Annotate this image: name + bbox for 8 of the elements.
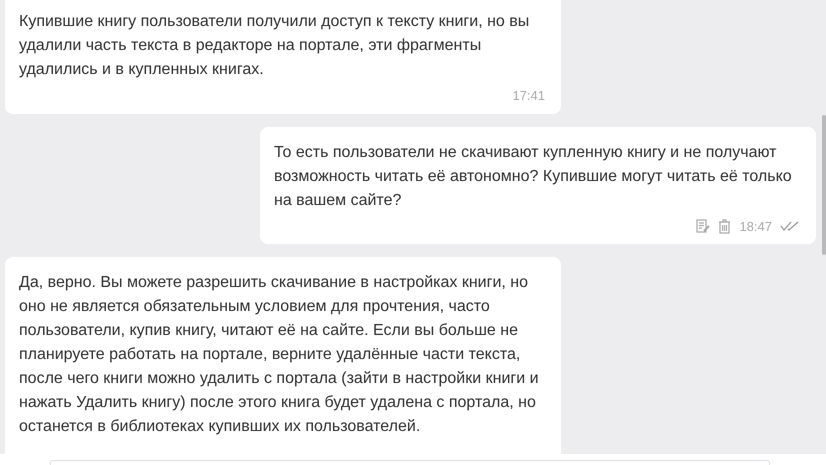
message-text: Да, верно. Вы можете разрешить скачивание в настройках книги, но оно не является обязательным условием для прочтения, часто пользователи, купив книгу, читают её на сайте. Если вы больше не планируете работать на портале, верните удалённые части текста, после чего книги можно удалить с портала (зайти в настройки книги и нажать Удалить книгу) после этого книга будет удалена с портала, но останется в библиотеках купивших их пользователей. <box>19 273 540 437</box>
edit-icon[interactable] <box>696 218 710 234</box>
message-text: Купившие книгу пользователи получили доступ к тексту книги, но вы удалили часть текста в редакторе на портале, эти фрагменты удалились и в купленных книгах. <box>19 12 530 80</box>
trash-icon[interactable] <box>718 218 732 234</box>
scrollbar[interactable] <box>822 115 826 255</box>
message-time: 18:47 <box>739 218 772 236</box>
message-text: То есть пользователи не скачивают купленную книгу и не получают возможность читать её автономно? Купившие могут читать её только на вашем сайте? <box>274 142 793 210</box>
message-time: 17:41 <box>512 87 545 105</box>
